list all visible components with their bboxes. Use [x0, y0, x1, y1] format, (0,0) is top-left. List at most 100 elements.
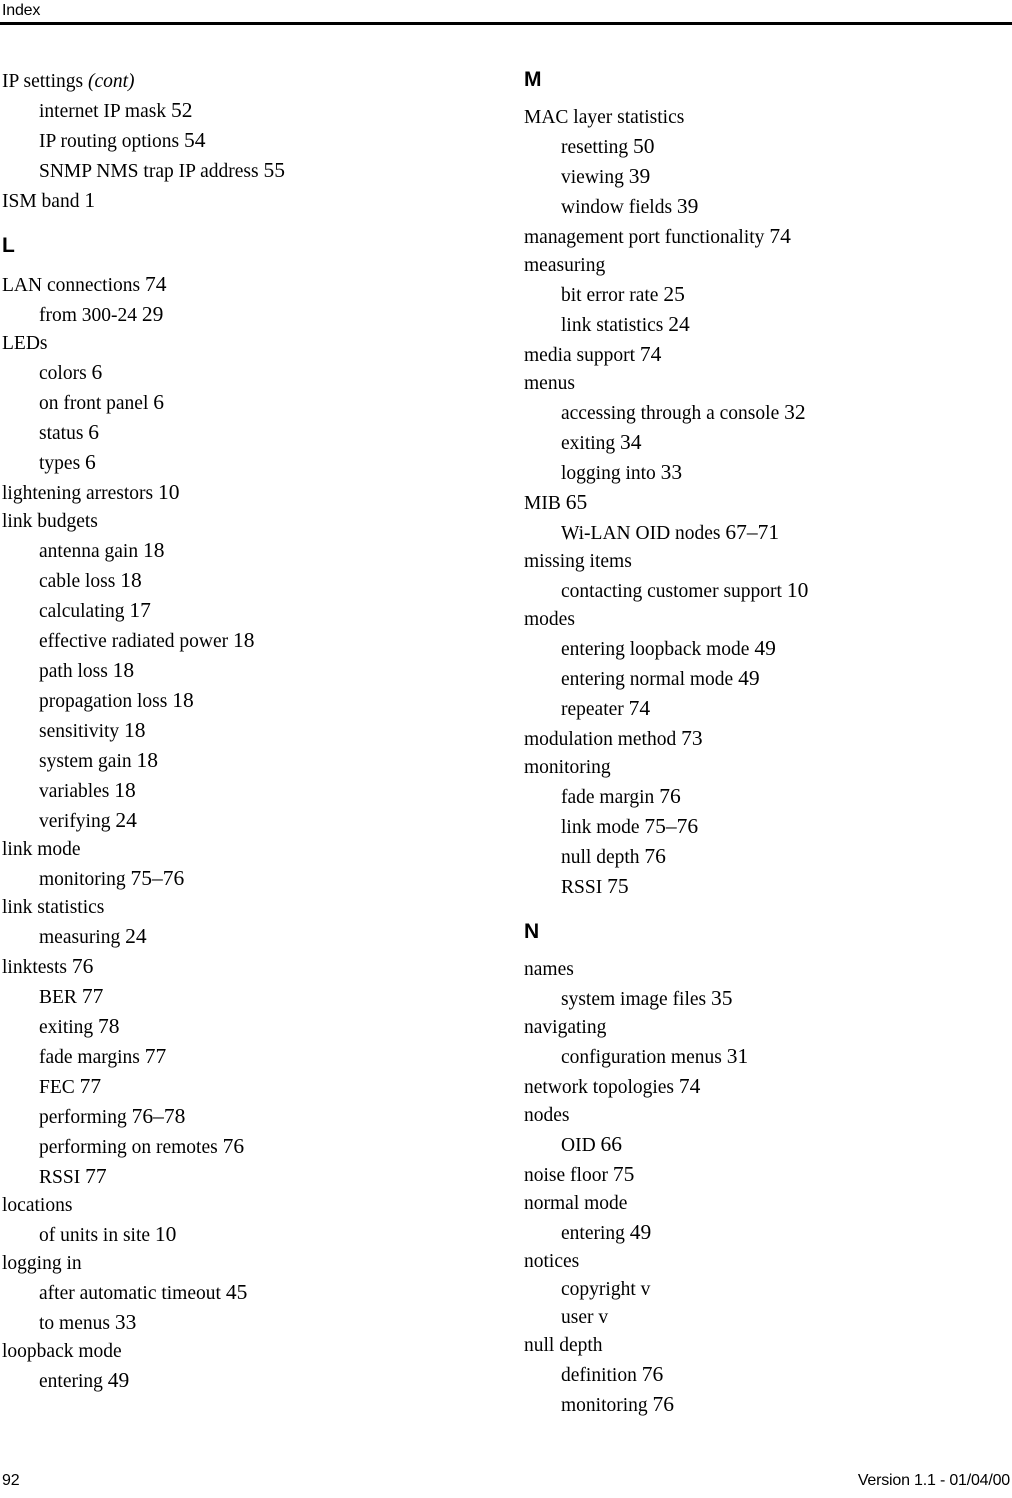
entry-page-reference: 18 [172, 688, 194, 712]
entry-term: repeater [561, 699, 629, 720]
entry-term: after automatic timeout [39, 1283, 226, 1304]
index-subentry: internet IP mask 52 [2, 96, 472, 126]
entry-page-reference: 10 [157, 480, 180, 504]
entry-page-reference: 66 [600, 1132, 623, 1156]
entry-term: on front panel [39, 393, 154, 414]
entry-term: BER [39, 987, 82, 1008]
index-subentry: cable loss 18 [2, 566, 472, 596]
index-entry: modes [524, 606, 994, 634]
entry-page-reference: v [598, 1307, 609, 1328]
index-entry: noise floor 75 [524, 1160, 994, 1190]
index-subentry: contacting customer support 10 [524, 576, 994, 606]
entry-page-reference: 24 [125, 924, 147, 948]
entry-page-reference: 75–76 [644, 814, 699, 838]
index-subentry: definition 76 [524, 1360, 994, 1390]
entry-page-reference: 76 [222, 1134, 245, 1158]
index-subentry: propagation loss 18 [2, 686, 472, 716]
entry-term: lightening arrestors [2, 483, 158, 504]
entry-term: exiting [39, 1017, 99, 1038]
entry-term: accessing through a console [561, 403, 785, 424]
entry-term: entering normal mode [561, 669, 739, 690]
entry-page-reference: 74 [678, 1074, 701, 1098]
entry-page-reference: 55 [263, 158, 285, 182]
entry-term: of units in site [39, 1225, 155, 1246]
index-subentry: user v [524, 1304, 994, 1332]
entry-term: null depth [524, 1335, 603, 1356]
entry-term: from 300-24 [39, 305, 142, 326]
entry-page-reference: 6 [88, 420, 100, 444]
footer-page-number: 92 [2, 1472, 20, 1489]
index-subentry: path loss 18 [2, 656, 472, 686]
entry-term: MAC layer statistics [524, 107, 685, 128]
index-subentry: IP routing options 54 [2, 126, 472, 156]
index-subentry: monitoring 75–76 [2, 864, 472, 894]
index-subentry: configuration menus 31 [524, 1042, 994, 1072]
entry-term: system gain [39, 751, 137, 772]
entry-term: linktests [2, 957, 72, 978]
section-letter-l: L [2, 234, 15, 257]
entry-page-reference: 6 [85, 450, 96, 474]
entry-term: colors [39, 363, 92, 384]
index-entry: IP settings (cont) [2, 68, 472, 96]
right-column: M MAC layer statistics resetting 50 viewing… [524, 68, 994, 1420]
entry-term: measuring [524, 255, 606, 276]
index-entry: MIB 65 [524, 488, 994, 518]
index-subentry: variables 18 [2, 776, 472, 806]
entry-term: performing [39, 1107, 132, 1128]
entry-term: RSSI [39, 1167, 86, 1188]
entry-page-reference: 75 [607, 874, 629, 898]
index-entry: network topologies 74 [524, 1072, 994, 1102]
entry-page-reference: 10 [154, 1222, 177, 1246]
entry-page-reference: 18 [142, 538, 165, 562]
entry-term: monitoring [524, 757, 611, 778]
entry-term: resetting [561, 137, 634, 158]
entry-term: user [561, 1307, 599, 1328]
entry-term: path loss [39, 661, 113, 682]
index-subentry: fade margins 77 [2, 1042, 472, 1072]
entry-term: ISM band [2, 191, 85, 212]
entry-term: monitoring [39, 869, 131, 890]
entry-term: performing on remotes [39, 1137, 223, 1158]
entry-term: normal mode [524, 1193, 628, 1214]
index-subentry: on front panel 6 [2, 388, 472, 418]
entry-page-reference: 74 [639, 342, 662, 366]
index-entry: link statistics [2, 894, 472, 922]
entry-term: status [39, 423, 89, 444]
entry-page-reference: 18 [114, 778, 136, 802]
entry-page-reference: 73 [681, 726, 703, 750]
entry-term: link statistics [561, 315, 669, 336]
index-page: Index IP settings (cont) internet IP mask… [0, 0, 1012, 1498]
entry-page-reference: 6 [91, 360, 103, 384]
index-entry: MAC layer statistics [524, 104, 994, 132]
entry-term: notices [524, 1251, 580, 1272]
entry-term: link statistics [2, 897, 105, 918]
entry-term: navigating [524, 1017, 607, 1038]
index-subentry: entering normal mode 49 [524, 664, 994, 694]
entry-term: link budgets [2, 511, 98, 532]
entry-page-reference: 74 [144, 272, 167, 296]
entry-term: viewing [561, 167, 629, 188]
index-subentry: window fields 39 [524, 192, 994, 222]
index-subentry: effective radiated power 18 [2, 626, 472, 656]
index-entry: link mode [2, 836, 472, 864]
entry-page-reference: 78 [98, 1014, 120, 1038]
entry-term: modes [524, 609, 575, 630]
entry-term: media support [524, 345, 640, 366]
index-subentry: exiting 78 [2, 1012, 472, 1042]
entry-term: fade margin [561, 787, 660, 808]
index-subentry: FEC 77 [2, 1072, 472, 1102]
entry-term: link mode [2, 839, 81, 860]
index-subentry: colors 6 [2, 358, 472, 388]
entry-page-reference: 52 [170, 98, 193, 122]
index-subentry: null depth 76 [524, 842, 994, 872]
entry-page-reference: 17 [129, 598, 151, 622]
index-subentry: resetting 50 [524, 132, 994, 162]
entry-page-reference: 18 [124, 718, 146, 742]
entry-page-reference: 39 [676, 194, 699, 218]
index-subentry: exiting 34 [524, 428, 994, 458]
index-entry: navigating [524, 1014, 994, 1042]
entry-term: management port functionality [524, 227, 770, 248]
entry-term: logging into [561, 463, 661, 484]
entry-term: propagation loss [39, 691, 173, 712]
entry-continuation-note: (cont) [87, 71, 135, 92]
